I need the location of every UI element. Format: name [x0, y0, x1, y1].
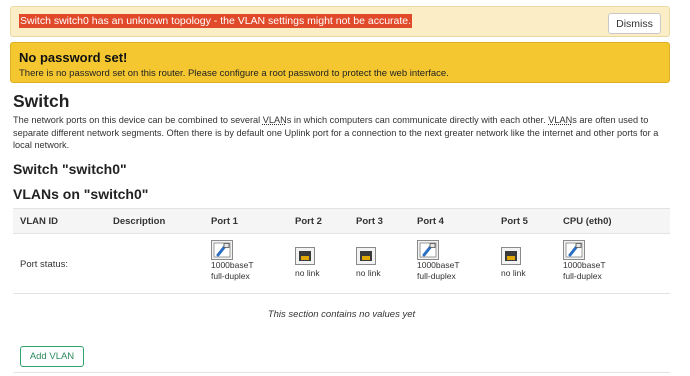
port-status-label: Port status:	[20, 259, 69, 270]
col-vlan-id: VLAN ID	[20, 216, 58, 227]
ethernet-disconnected-icon	[501, 247, 521, 265]
cpu-eth0-speed: 1000baseT	[563, 260, 606, 270]
description-text: s in which computers can communicate dir…	[286, 115, 549, 125]
col-cpu-eth0: CPU (eth0)	[563, 216, 612, 227]
port-2-status: no link	[295, 240, 365, 279]
add-vlan-button[interactable]: Add VLAN	[20, 346, 84, 367]
page-description: The network ports on this device can be …	[13, 114, 673, 152]
ethernet-disconnected-icon	[295, 247, 315, 265]
description-text: The network ports on this device can be …	[13, 115, 263, 125]
ethernet-disconnected-icon	[356, 247, 376, 265]
port-4-status: 1000baseT full-duplex	[417, 240, 487, 282]
col-port-4: Port 4	[417, 216, 444, 227]
port-2-link: no link	[295, 268, 320, 278]
cpu-eth0-status: 1000baseT full-duplex	[563, 240, 633, 282]
col-port-3: Port 3	[356, 216, 383, 227]
vlan-table-header: VLAN ID Description Port 1 Port 2 Port 3…	[13, 208, 670, 234]
col-port-2: Port 2	[295, 216, 322, 227]
port-status-row: Port status: 1000baseT full-duplex no li…	[13, 234, 670, 294]
ethernet-connected-icon	[211, 240, 233, 260]
ethernet-connected-icon	[417, 240, 439, 260]
port-5-link: no link	[501, 268, 526, 278]
dismiss-button[interactable]: Dismiss	[608, 13, 661, 34]
port-3-link: no link	[356, 268, 381, 278]
empty-section-message: This section contains no values yet	[267, 309, 416, 320]
vlan-abbr: VLAN	[262, 115, 287, 125]
topology-warning-message: Switch switch0 has an unknown topology -…	[19, 14, 413, 28]
port-4-duplex: full-duplex	[417, 271, 456, 281]
port-4-speed: 1000baseT	[417, 260, 460, 270]
port-1-status: 1000baseT full-duplex	[211, 240, 281, 282]
topology-warning-alert: Switch switch0 has an unknown topology -…	[10, 6, 670, 37]
col-description: Description	[113, 216, 166, 227]
switch-heading: Switch "switch0"	[13, 161, 127, 177]
vlan-abbr: VLAN	[548, 115, 573, 125]
no-password-title: No password set!	[19, 50, 128, 65]
no-password-alert: No password set! There is no password se…	[10, 42, 670, 83]
port-1-duplex: full-duplex	[211, 271, 250, 281]
port-5-status: no link	[501, 240, 571, 279]
cpu-eth0-duplex: full-duplex	[563, 271, 602, 281]
ethernet-connected-icon	[563, 240, 585, 260]
vlans-heading: VLANs on "switch0"	[13, 186, 149, 202]
col-port-5: Port 5	[501, 216, 528, 227]
page-title: Switch	[13, 91, 70, 111]
no-password-text: There is no password set on this router.…	[19, 68, 449, 79]
col-port-1: Port 1	[211, 216, 238, 227]
divider	[13, 372, 670, 373]
port-3-status: no link	[356, 240, 426, 279]
port-1-speed: 1000baseT	[211, 260, 254, 270]
